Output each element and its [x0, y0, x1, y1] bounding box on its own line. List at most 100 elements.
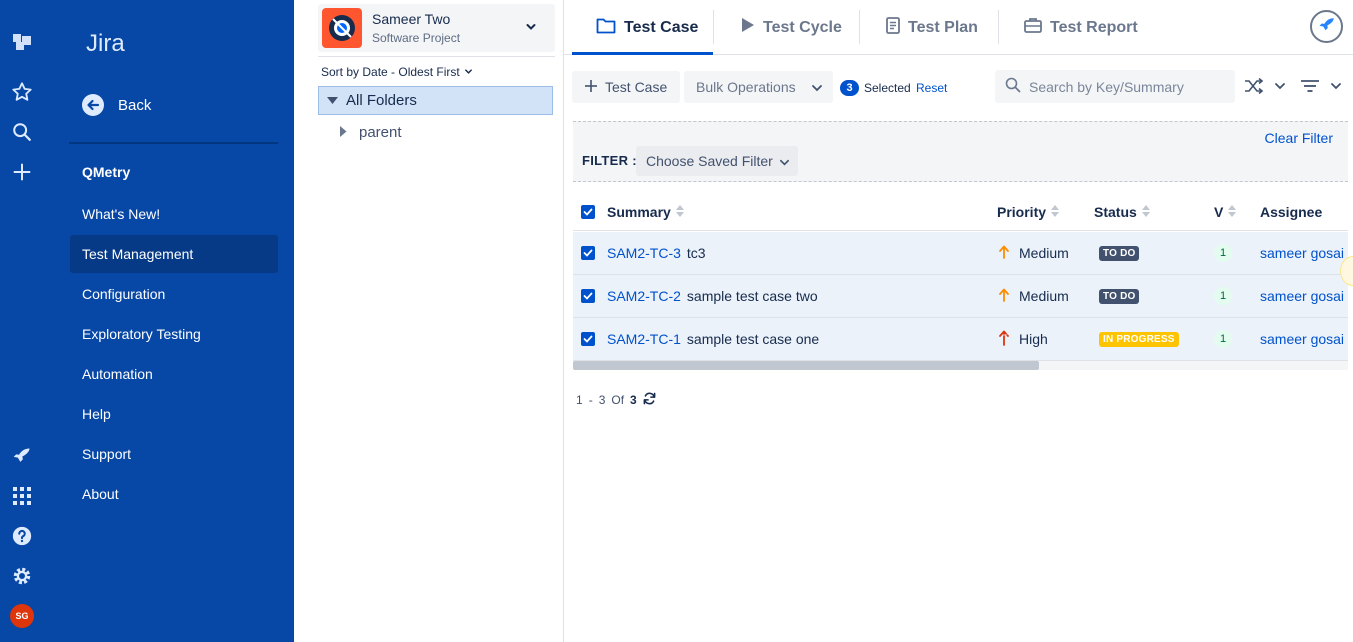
sidebar-item-test-management[interactable]: Test Management [70, 235, 278, 273]
jira-logo-icon[interactable] [9, 30, 35, 56]
refresh-icon[interactable] [643, 392, 656, 408]
module-tabs: Test Case Test Cycle Test Plan Test Repo… [564, 0, 1353, 55]
checkbox-checked[interactable] [581, 332, 595, 346]
priority-medium-arrow-icon [999, 288, 1009, 305]
summary-text: sample test case one [686, 331, 820, 347]
sidebar-item-automation[interactable]: Automation [70, 355, 278, 393]
priority-text: High [1019, 331, 1048, 347]
checkbox-checked[interactable] [581, 205, 595, 219]
priority-cell: Medium [999, 275, 1069, 317]
filter-toggle-dropdown[interactable] [1300, 76, 1342, 98]
add-test-case-button[interactable]: Test Case [572, 71, 680, 103]
back-label: Back [118, 96, 152, 114]
product-title: Jira [86, 30, 125, 57]
apps-grid-icon[interactable] [9, 483, 35, 509]
sidebar-item-configuration[interactable]: Configuration [70, 275, 278, 313]
chevron-down-icon [1330, 79, 1342, 95]
filter-icon [1300, 78, 1320, 97]
issue-key-link[interactable]: SAM2-TC-2 [607, 288, 681, 304]
rocket-icon[interactable] [9, 443, 35, 469]
clear-filter-link[interactable]: Clear Filter [1265, 130, 1333, 146]
product-sidebar: Jira Back QMetry What's New! Test Manage… [53, 0, 294, 642]
shuffle-dropdown[interactable] [1244, 76, 1286, 98]
saved-filter-placeholder: Choose Saved Filter [646, 153, 773, 169]
sidebar-item-support[interactable]: Support [70, 435, 278, 473]
bell-icon [1318, 16, 1336, 37]
assignee-cell: sameer gosai [1260, 318, 1344, 360]
column-header-priority[interactable]: Priority [997, 193, 1060, 231]
column-label: Summary [607, 204, 671, 220]
folder-panel: Sameer Two Software Project Sort by Date… [294, 0, 564, 642]
help-icon[interactable] [9, 523, 35, 549]
notification-button[interactable] [1310, 10, 1343, 43]
search-icon[interactable] [9, 119, 35, 145]
checkbox-checked[interactable] [581, 246, 595, 260]
project-selector[interactable]: Sameer Two Software Project [318, 4, 555, 52]
search-box [995, 70, 1235, 103]
row-checkbox[interactable] [581, 318, 595, 360]
folder-item-parent[interactable]: parent [340, 121, 402, 143]
tab-separator [713, 10, 714, 44]
page-total: 3 [630, 393, 637, 407]
table-row[interactable]: SAM2-TC-1 sample test case one High IN P… [573, 318, 1348, 361]
active-tab-indicator [572, 52, 713, 55]
caret-right-icon[interactable] [340, 124, 347, 141]
back-button[interactable]: Back [82, 94, 151, 116]
sidebar-item-help[interactable]: Help [70, 395, 278, 433]
chevron-down-icon [779, 155, 790, 171]
issue-key-link[interactable]: SAM2-TC-3 [607, 245, 681, 261]
project-type: Software Project [372, 31, 461, 45]
column-header-summary[interactable]: Summary [607, 193, 685, 231]
sort-dropdown[interactable]: Sort by Date - Oldest First [321, 65, 473, 79]
reset-selection-link[interactable]: Reset [916, 81, 947, 95]
row-checkbox[interactable] [581, 232, 595, 274]
tab-test-case[interactable]: Test Case [596, 0, 698, 55]
summary-text: tc3 [686, 245, 706, 261]
tab-test-plan[interactable]: Test Plan [886, 0, 978, 55]
tab-label: Test Case [624, 18, 699, 36]
assignee-link[interactable]: sameer gosai [1260, 331, 1344, 347]
tab-test-cycle[interactable]: Test Cycle [741, 0, 842, 55]
sort-label: Sort by Date - Oldest First [321, 65, 460, 79]
table-row[interactable]: SAM2-TC-2 sample test case two Medium TO… [573, 275, 1348, 318]
plus-icon[interactable] [9, 159, 35, 185]
chevron-down-icon [525, 20, 537, 36]
folder-label: All Folders [346, 92, 417, 109]
table-row[interactable]: SAM2-TC-3 tc3 Medium TO DO 1 sameer gosa… [573, 232, 1348, 275]
gear-icon[interactable] [9, 563, 35, 589]
page-to: 3 [598, 393, 606, 407]
search-input[interactable] [1029, 78, 1229, 95]
assignee-link[interactable]: sameer gosai [1260, 245, 1344, 261]
caret-down-icon[interactable] [327, 92, 338, 109]
page-of-label: Of [611, 393, 625, 407]
checkbox-checked[interactable] [581, 289, 595, 303]
avatar[interactable]: SG [10, 604, 34, 628]
page-dash: - [588, 393, 593, 407]
table-header: Summary Priority Status V Assignee [573, 193, 1348, 231]
priority-medium-arrow-icon [999, 245, 1009, 262]
issue-key-link[interactable]: SAM2-TC-1 [607, 331, 681, 347]
selected-count-badge: 3 [840, 80, 859, 96]
priority-text: Medium [1019, 245, 1069, 261]
star-icon[interactable] [9, 79, 35, 105]
saved-filter-select[interactable]: Choose Saved Filter [636, 146, 798, 176]
select-all-checkbox[interactable] [581, 193, 595, 231]
column-header-assignee[interactable]: Assignee [1260, 193, 1322, 231]
sidebar-item-about[interactable]: About [70, 475, 278, 513]
scrollbar-thumb[interactable] [573, 361, 1039, 370]
sidebar-item-whats-new[interactable]: What's New! [70, 195, 278, 233]
horizontal-scrollbar[interactable] [573, 361, 1348, 370]
folder-icon [596, 17, 616, 39]
sidebar-item-exploratory-testing[interactable]: Exploratory Testing [70, 315, 278, 353]
column-header-version[interactable]: V [1214, 193, 1237, 231]
chevron-down-icon [811, 81, 823, 97]
tab-test-report[interactable]: Test Report [1024, 0, 1138, 55]
assignee-link[interactable]: sameer gosai [1260, 288, 1344, 304]
row-checkbox[interactable] [581, 275, 595, 317]
bulk-operations-dropdown[interactable]: Bulk Operations [684, 71, 833, 103]
page-from: 1 [576, 393, 583, 407]
search-icon [1005, 77, 1021, 96]
status-cell: TO DO [1099, 275, 1140, 317]
column-header-status[interactable]: Status [1094, 193, 1151, 231]
folder-all-folders[interactable]: All Folders [318, 86, 553, 115]
